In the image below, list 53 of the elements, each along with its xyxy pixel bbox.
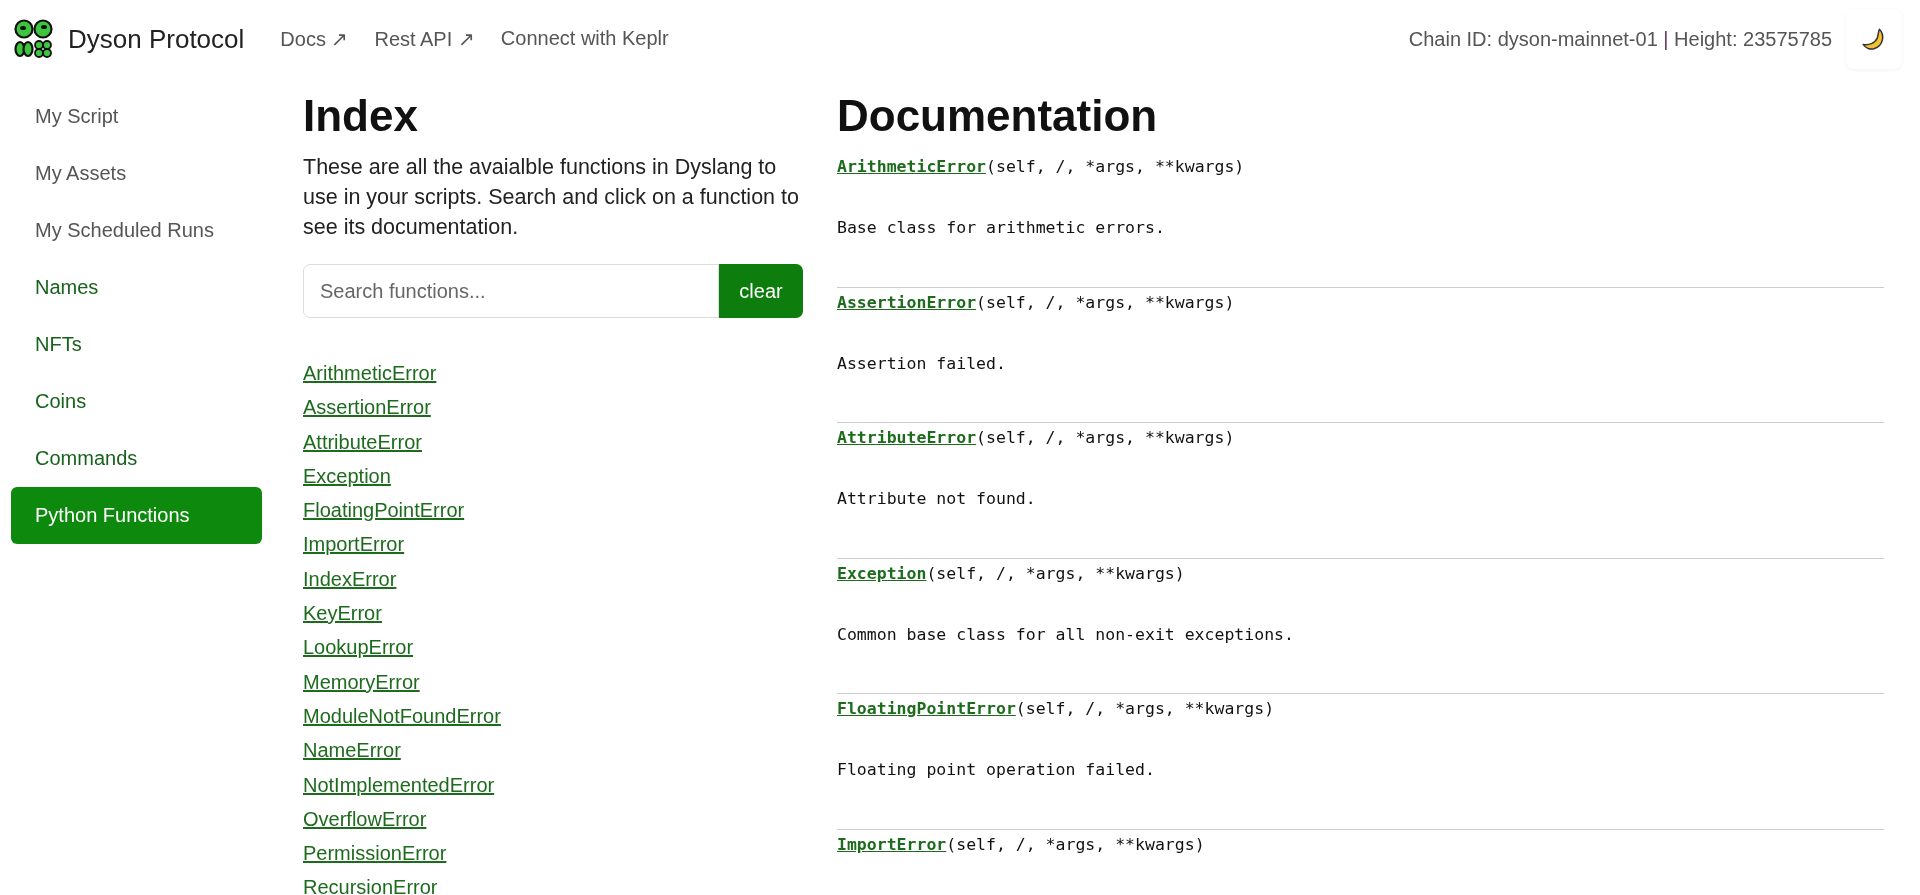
sidebar-item[interactable]: Python Functions (11, 487, 262, 544)
function-link[interactable]: ArithmeticError (303, 356, 437, 391)
function-signature: ImportError(self, /, *args, **kwargs) (837, 833, 1206, 856)
function-name-link[interactable]: ImportError (837, 834, 947, 854)
cell-cluster-logo-icon (14, 19, 54, 59)
function-link[interactable]: KeyError (303, 596, 382, 631)
function-link[interactable]: AssertionError (303, 390, 431, 425)
sidebar-item[interactable]: My Assets (11, 145, 262, 202)
function-name-link[interactable]: AssertionError (837, 292, 977, 312)
chain-info: Chain ID: dyson-mainnet-01 | Height: 23575785 (1408, 27, 1832, 51)
function-description: Common base class for all non-exit exceptions. (837, 623, 1295, 646)
brand-name[interactable]: Dyson Protocol (68, 23, 245, 55)
function-signature: ArithmeticError(self, /, *args, **kwargs) (837, 156, 1246, 178)
sidebar-item[interactable]: NFTs (11, 316, 262, 373)
function-signature: AssertionError(self, /, *args, **kwargs) (837, 291, 1236, 314)
function-link[interactable]: IndexError (303, 561, 397, 597)
sidebar-item[interactable]: My Scheduled Runs (11, 202, 262, 259)
function-link[interactable]: MemoryError (303, 664, 420, 699)
function-link[interactable]: OverflowError (303, 801, 427, 837)
search-field[interactable]: Search functions... (303, 264, 719, 318)
function-signature: FloatingPointError(self, /, *args, **kwargs) (837, 698, 1276, 720)
index-heading: Index (303, 90, 419, 142)
documentation-heading: Documentation (837, 90, 1159, 142)
function-link[interactable]: ModuleNotFoundError (303, 698, 501, 734)
sidebar-item[interactable]: My Script (11, 88, 262, 145)
function-link[interactable]: NotImplementedError (303, 767, 495, 802)
sidebar-item[interactable]: Commands (11, 430, 262, 487)
function-link[interactable]: FloatingPointError (303, 493, 465, 528)
function-description: Base class for arithmetic errors. (837, 217, 1166, 239)
function-signature: Exception(self, /, *args, **kwargs) (837, 562, 1186, 585)
function-link[interactable]: Exception (303, 458, 391, 494)
function-description: Attribute not found. (837, 488, 1037, 510)
function-name-link[interactable]: FloatingPointError (837, 699, 1016, 718)
sidebar-item[interactable]: Coins (11, 373, 262, 430)
function-name-link[interactable]: ArithmeticError (837, 157, 986, 176)
nav-link[interactable]: Connect with Keplr (500, 27, 669, 51)
nav-link[interactable]: Docs ↗ (280, 27, 349, 51)
nav-link[interactable]: Rest API ↗ (374, 27, 475, 51)
function-description: Assertion failed. (837, 352, 1007, 375)
theme-toggle-button[interactable] (1846, 9, 1902, 69)
sidebar-item[interactable]: Names (11, 259, 262, 316)
clear-button[interactable]: clear (719, 264, 803, 318)
function-link[interactable]: LookupError (303, 630, 414, 665)
function-description: Floating point operation failed. (837, 759, 1156, 781)
function-link[interactable]: RecursionError (303, 870, 438, 895)
function-name-link[interactable]: Exception (837, 563, 927, 583)
function-link[interactable]: ImportError (303, 527, 405, 562)
function-name-link[interactable]: AttributeError (837, 428, 977, 447)
function-link[interactable]: NameError (303, 733, 401, 768)
function-link[interactable]: PermissionError (303, 836, 447, 871)
index-description: These are all the avaialble functions in Dyslang to use in your scripts. Search and click on a function to see its documentation. (303, 154, 800, 241)
function-link[interactable]: AttributeError (303, 424, 422, 459)
function-signature: AttributeError(self, /, *args, **kwargs) (837, 427, 1236, 449)
